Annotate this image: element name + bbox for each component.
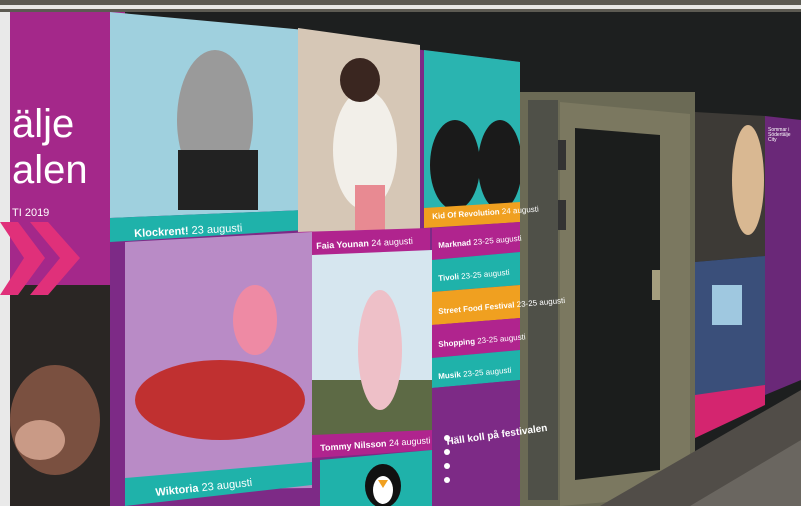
brand-year: TI 2019 — [12, 207, 50, 219]
person-kid-2 — [478, 120, 522, 210]
hair-faia — [340, 58, 380, 102]
right-poster-title: Sommar i Södertälje City — [768, 127, 791, 143]
door-window — [575, 128, 660, 480]
left-edge — [0, 12, 10, 506]
person-tommy — [358, 290, 402, 410]
right-text-poster — [765, 116, 801, 395]
hair-wiktoria — [233, 285, 277, 355]
door-handle — [652, 270, 660, 300]
door-hinge-1 — [558, 140, 566, 170]
photo-scene: älje alen TI 2019 Klockrent! 23 augusti … — [0, 0, 801, 506]
left-photo-hand — [15, 420, 65, 460]
brand-line1: älje — [12, 102, 75, 146]
person-wiktoria — [135, 360, 305, 440]
skirt-faia — [355, 185, 385, 230]
door-hinge-2 — [558, 200, 566, 230]
right-photo-person — [732, 125, 764, 235]
brand-line2: alen — [12, 148, 88, 192]
person-kid-1 — [430, 120, 480, 210]
top-strip-light — [0, 5, 801, 9]
left-photo-face — [10, 365, 100, 475]
right-screen — [712, 285, 742, 325]
chair-klockrent — [178, 150, 258, 210]
scene-illustration — [0, 0, 801, 506]
